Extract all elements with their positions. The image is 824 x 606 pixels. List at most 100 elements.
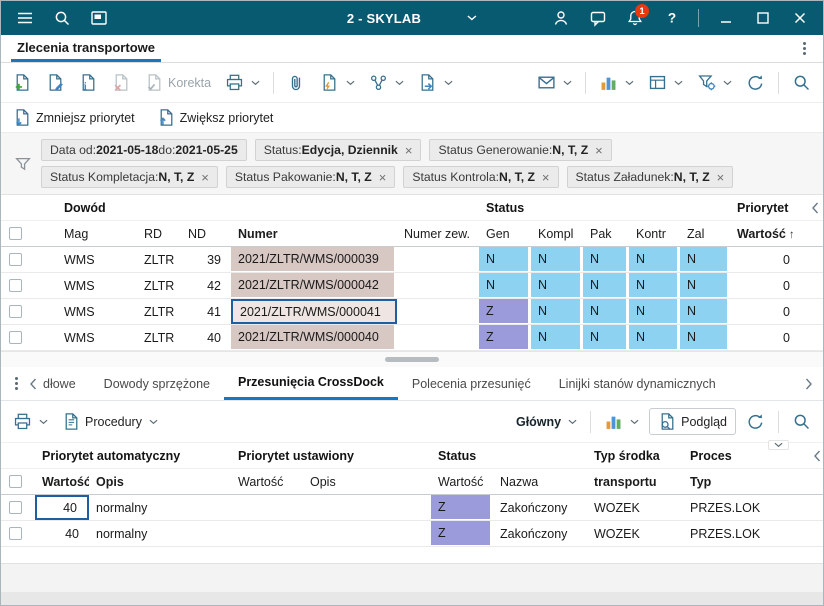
filter-chip[interactable]: Status Załadunek: N, T, Z × (566, 166, 734, 188)
global-search-button[interactable] (46, 3, 77, 33)
row-checkbox[interactable] (9, 279, 22, 292)
column-header-kontr[interactable]: Kontr (629, 227, 680, 241)
korekta-button[interactable]: Korekta (141, 70, 215, 95)
bottom-tabs-menu-button[interactable] (7, 373, 25, 395)
row-checkbox[interactable] (9, 253, 22, 266)
minimize-button[interactable] (710, 3, 741, 33)
notifications-button[interactable]: 1 (619, 3, 650, 33)
tabs-scroll-right-button[interactable] (801, 367, 817, 400)
tab-polecenia-przesuniec[interactable]: Polecenia przesunięć (398, 367, 545, 400)
window-title-dropdown[interactable]: 2 - SKYLAB (347, 11, 477, 26)
refresh-button[interactable] (742, 409, 769, 434)
pane-splitter[interactable] (1, 351, 823, 367)
group-header-typ-srodka[interactable]: Typ środka (587, 449, 683, 463)
chip-close-icon[interactable]: × (542, 171, 550, 184)
document-info-button[interactable]: i (75, 70, 102, 95)
tab-dokumenty-zrodlowe[interactable]: dłowe (41, 367, 90, 400)
delete-document-button[interactable] (108, 70, 135, 95)
view-selector-dropdown[interactable]: Główny (512, 412, 581, 432)
analysis-button[interactable] (600, 409, 643, 434)
group-header-status[interactable]: Status (479, 201, 730, 215)
filter-chip[interactable]: Status Kompletacja: N, T, Z × (41, 166, 218, 188)
group-header-status[interactable]: Status (431, 449, 587, 463)
maximize-button[interactable] (747, 3, 778, 33)
collapse-toolbar-button[interactable] (768, 440, 789, 450)
refresh-button[interactable] (742, 70, 769, 95)
group-header-proces[interactable]: Proces (683, 449, 813, 463)
decrease-priority-button[interactable]: Zmniejsz priorytet (9, 105, 139, 130)
row-checkbox[interactable] (9, 501, 22, 514)
relations-button[interactable] (365, 70, 408, 95)
column-header-nd[interactable]: ND (181, 227, 231, 241)
row-checkbox[interactable] (9, 527, 22, 540)
send-button[interactable] (533, 70, 576, 95)
print-button[interactable] (221, 70, 264, 95)
column-header-status-wartosc[interactable]: Wartość (431, 475, 493, 489)
column-header-zal[interactable]: Zal (680, 227, 730, 241)
group-header-priorytet[interactable]: Priorytet (730, 201, 800, 215)
close-button[interactable] (784, 3, 815, 33)
filter-chip[interactable]: Status Pakowanie: N, T, Z × (225, 166, 396, 188)
column-header-rd[interactable]: RD (137, 227, 181, 241)
column-header-numer[interactable]: Numer (231, 227, 397, 241)
main-table-row[interactable]: WMS ZLTR 41 2021/ZLTR/WMS/000041 Z N N N N 0 (1, 299, 823, 325)
chip-close-icon[interactable]: × (201, 171, 209, 184)
menu-button[interactable] (9, 3, 40, 33)
podglad-button[interactable]: Podgląd (649, 408, 736, 435)
column-header-nazwa[interactable]: Nazwa (493, 475, 587, 489)
export-document-button[interactable] (414, 70, 457, 95)
search-button[interactable] (788, 70, 815, 95)
column-header-opis-ustawiony[interactable]: Opis (303, 475, 431, 489)
app-switcher-button[interactable] (83, 3, 114, 33)
chip-close-icon[interactable]: × (405, 144, 413, 157)
main-table-row[interactable]: WMS ZLTR 40 2021/ZLTR/WMS/000040 Z N N N N 0 (1, 325, 823, 351)
column-header-wartosc[interactable]: Wartość ↑ (730, 227, 800, 241)
filter-chip[interactable]: Data od: 2021-05-18 do: 2021-05-25 (41, 139, 247, 161)
attachments-button[interactable] (283, 70, 310, 95)
group-header-dowod[interactable]: Dowód (57, 201, 479, 215)
collapse-columns-button[interactable] (813, 450, 823, 462)
column-header-gen[interactable]: Gen (479, 227, 531, 241)
column-header-mag[interactable]: Mag (57, 227, 137, 241)
column-header-transportu[interactable]: transportu (587, 475, 683, 489)
main-table-row[interactable]: WMS ZLTR 39 2021/ZLTR/WMS/000039 N N N N N 0 (1, 247, 823, 273)
select-all-checkbox[interactable] (9, 227, 22, 240)
column-header-wartosc-auto[interactable]: Wartość↑ (35, 475, 89, 489)
filter-button[interactable] (11, 133, 35, 194)
tab-dowody-sprzezone[interactable]: Dowody sprzężone (90, 367, 224, 400)
print-button[interactable] (9, 409, 52, 434)
bottom-table-row[interactable]: 40 normalny Z Zakończony WOZEK PRZES.LOK (1, 495, 823, 521)
row-checkbox[interactable] (9, 331, 22, 344)
column-header-opis-auto[interactable]: Opis (89, 475, 231, 489)
add-document-button[interactable] (9, 70, 36, 95)
row-checkbox[interactable] (9, 305, 22, 318)
tab-przesuniecia-crossdock[interactable]: Przesunięcia CrossDock (223, 367, 398, 400)
column-header-numer-zew[interactable]: Numer zew. (397, 227, 479, 241)
group-header-priorytet-ustawiony[interactable]: Priorytet ustawiony (231, 449, 431, 463)
collapse-columns-button[interactable] (800, 202, 823, 214)
filter-chip[interactable]: Status Generowanie: N, T, Z × (429, 139, 612, 161)
search-button[interactable] (788, 409, 815, 434)
bottom-scrollbar-track[interactable] (1, 592, 823, 605)
column-header-pak[interactable]: Pak (583, 227, 629, 241)
increase-priority-button[interactable]: Zwiększ priorytet (153, 105, 278, 130)
edit-document-button[interactable] (42, 70, 69, 95)
user-button[interactable] (545, 3, 576, 33)
filter-settings-button[interactable] (693, 70, 736, 95)
tab-options-button[interactable] (795, 38, 813, 60)
messages-button[interactable] (582, 3, 613, 33)
view-button[interactable] (644, 70, 687, 95)
generate-document-button[interactable] (316, 70, 359, 95)
column-header-typ[interactable]: Typ (683, 475, 813, 489)
chip-close-icon[interactable]: × (379, 171, 387, 184)
chip-close-icon[interactable]: × (717, 171, 725, 184)
procedury-button[interactable]: Procedury (58, 409, 162, 434)
filter-chip[interactable]: Status Kontrola: N, T, Z × (403, 166, 559, 188)
tabs-scroll-left-button[interactable] (25, 367, 41, 400)
column-header-kompl[interactable]: Kompl (531, 227, 583, 241)
group-header-priorytet-automatyczny[interactable]: Priorytet automatyczny (35, 449, 231, 463)
help-button[interactable]: ? (656, 3, 687, 33)
filter-chip[interactable]: Status: Edycja, Dziennik × (254, 139, 422, 161)
tab-zlecenia-transportowe[interactable]: Zlecenia transportowe (11, 35, 161, 62)
bottom-table-row[interactable]: 40 normalny Z Zakończony WOZEK PRZES.LOK (1, 521, 823, 547)
